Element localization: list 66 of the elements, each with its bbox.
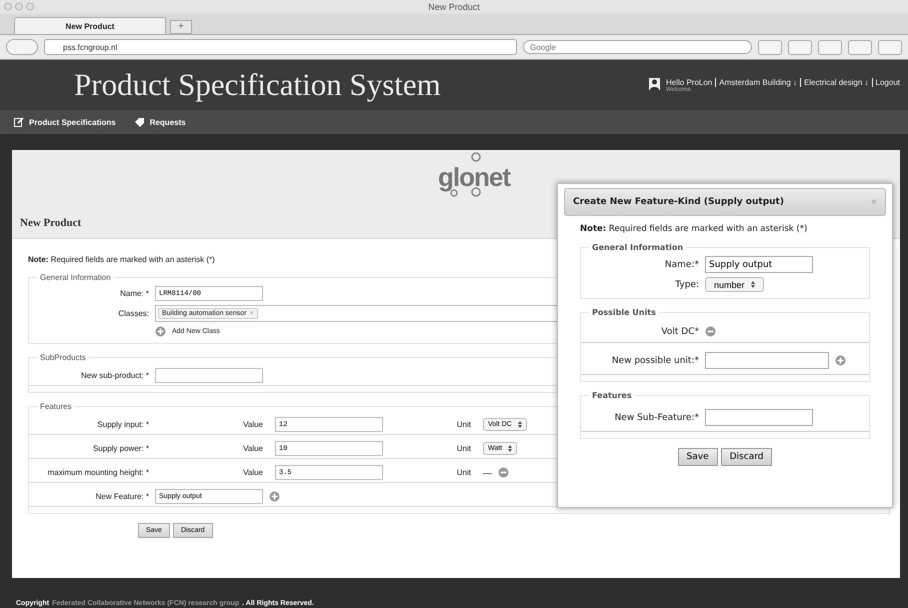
select-arrows-icon [518,421,522,428]
section-legend: General Information [589,243,686,252]
field-label: New possible unit:* [610,356,699,366]
logo: glonet [438,162,510,193]
tag-icon [134,117,145,127]
value-label: Value [242,468,263,477]
field-label: Name:* [664,260,699,270]
field-label: Classes: [117,309,149,318]
search-field[interactable]: Google [523,40,752,54]
remove-icon[interactable] [705,326,716,337]
unit-name: Volt DC* [660,326,699,336]
toolbar-button[interactable] [788,40,812,54]
discard-button[interactable]: Discard [720,448,772,466]
address-bar[interactable]: pss.fcngroup.nl [44,39,517,55]
edit-icon [14,117,24,127]
add-icon[interactable] [155,326,166,337]
unit-label: Unit [456,420,471,429]
value-label: Value [242,420,263,429]
section-legend: General Information [37,273,114,282]
nav-link[interactable]: Requests [134,117,186,127]
header-link[interactable]: Amsterdam Building ↓ [715,78,798,86]
section-legend: SubProducts [37,353,89,362]
header-link[interactable]: Electrical design ↓ [800,78,869,86]
add-icon[interactable] [835,355,846,366]
user-icon [648,78,660,90]
section-legend: Features [589,391,635,400]
new-tab-button[interactable]: + [170,20,192,34]
greeting-text: Hello ProLon [666,78,712,86]
toolbar-button[interactable] [818,40,842,54]
toolbar-button[interactable] [878,40,902,54]
section-legend: Possible Units [589,308,659,317]
add-icon[interactable] [269,491,280,502]
unit-label: Unit [456,468,471,477]
section-legend: Features [37,402,75,411]
feature-label: Supply power: * [92,444,149,453]
dialog-title: Create New Feature-Kind (Supply output) [573,197,784,207]
back-forward-button[interactable] [6,39,38,55]
page-title: New Product [20,217,82,229]
field-label: Name: * [119,289,149,298]
sub-product-field[interactable] [155,368,263,383]
window-title: New Product [428,2,480,12]
sub-feature-field[interactable] [705,409,813,426]
toolbar-button[interactable] [758,40,782,54]
value-label: Value [242,444,263,453]
site-title: Product Specification System [74,67,441,103]
name-field[interactable]: Supply output [705,256,813,273]
header-link[interactable]: Logout [872,78,900,86]
field-label: New Feature: * [94,492,149,501]
nav-link[interactable]: Product Specifications [14,117,116,127]
save-button[interactable]: Save [678,448,718,466]
select-arrows-icon [750,281,755,288]
required-note: Note: Required fields are marked with an asterisk (*) [28,255,215,264]
required-note: Note: Required fields are marked with an asterisk (*) [580,224,808,234]
toolbar-button[interactable] [848,40,872,54]
possible-unit-field[interactable] [705,352,829,369]
remove-icon[interactable] [498,467,509,478]
type-select[interactable]: number [705,277,764,292]
field-label: New sub-product: * [80,371,149,380]
field-label: New Sub-Feature:* [614,412,699,422]
field-label: Type: [674,280,699,290]
feature-label: Supply input: * [96,420,149,429]
unit-value: — [483,468,492,478]
select-arrows-icon [508,445,512,452]
feature-label: maximum mounting height: * [46,468,149,477]
unit-label: Unit [456,444,471,453]
browser-tab[interactable]: New Product [14,17,166,34]
